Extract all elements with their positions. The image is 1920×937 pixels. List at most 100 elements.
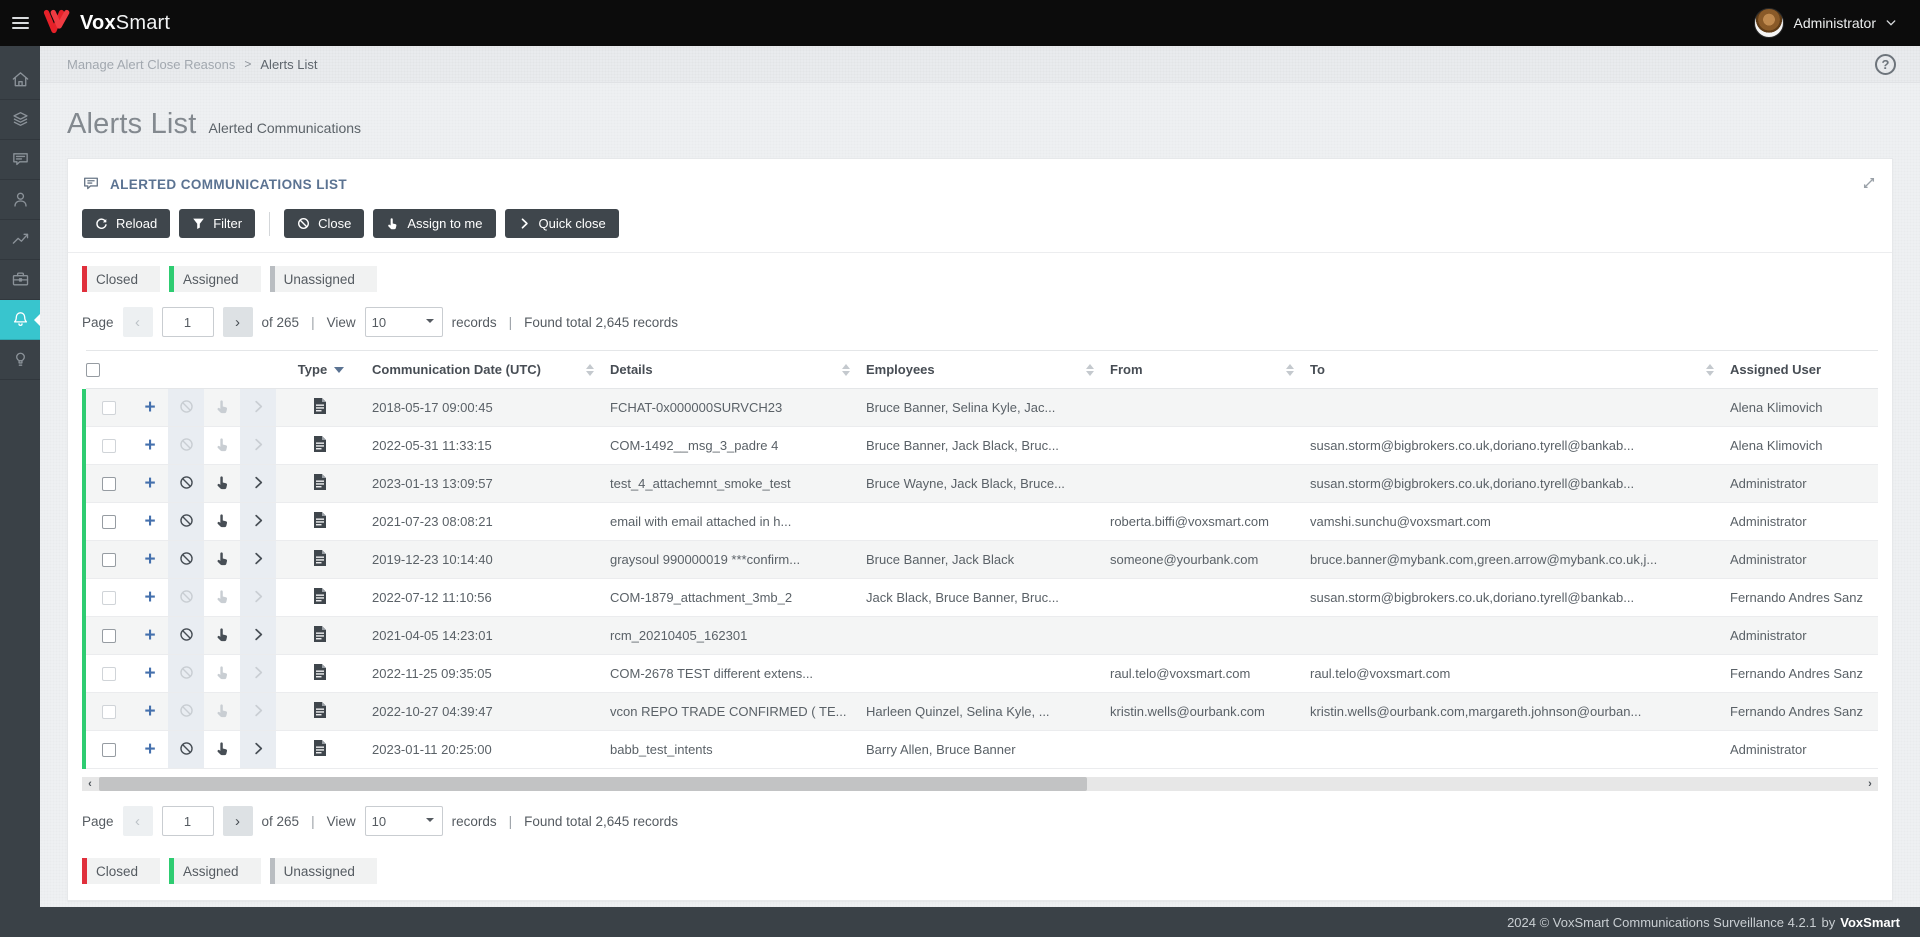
page-number-input[interactable] <box>162 806 214 836</box>
sidebar-item-layers[interactable] <box>0 100 40 140</box>
column-header-from[interactable]: From <box>1102 351 1302 389</box>
close-alert-icon[interactable] <box>179 627 194 642</box>
open-alert-icon[interactable] <box>251 741 266 756</box>
sidebar-item-cases[interactable] <box>0 260 40 300</box>
add-icon[interactable]: + <box>144 436 155 455</box>
add-icon[interactable]: + <box>144 398 155 417</box>
assign-icon[interactable] <box>215 437 230 452</box>
close-alert-icon[interactable] <box>179 475 194 490</box>
close-alert-icon[interactable] <box>179 551 194 566</box>
table-row[interactable]: + 2022-07-12 11:10:56 COM-1879_attachmen… <box>84 579 1878 617</box>
column-header-type[interactable]: Type <box>276 351 364 389</box>
add-icon[interactable]: + <box>144 588 155 607</box>
assign-icon[interactable] <box>215 551 230 566</box>
table-row[interactable]: + 2021-07-23 08:08:21 email with email a… <box>84 503 1878 541</box>
table-row[interactable]: + 2023-01-13 13:09:57 test_4_attachemnt_… <box>84 465 1878 503</box>
row-checkbox[interactable] <box>102 439 116 453</box>
page-size-select[interactable]: 10 <box>365 307 443 337</box>
column-header-date[interactable]: Communication Date (UTC) <box>364 351 602 389</box>
assign-icon[interactable] <box>215 703 230 718</box>
sidebar-item-messages[interactable] <box>0 140 40 180</box>
row-checkbox[interactable] <box>102 705 116 719</box>
table-row[interactable]: + 2023-01-11 20:25:00 babb_test_intents … <box>84 731 1878 769</box>
close-alert-icon[interactable] <box>179 399 194 414</box>
add-icon[interactable]: + <box>144 740 155 759</box>
row-checkbox[interactable] <box>102 515 116 529</box>
help-icon[interactable]: ? <box>1875 54 1896 75</box>
scroll-left-icon[interactable]: ‹ <box>82 777 98 791</box>
sidebar-item-analytics[interactable] <box>0 220 40 260</box>
scroll-right-icon[interactable]: › <box>1862 777 1878 791</box>
assign-icon[interactable] <box>215 475 230 490</box>
menu-toggle-icon[interactable] <box>0 0 40 46</box>
table-row[interactable]: + 2021-04-05 14:23:01 rcm_20210405_16230… <box>84 617 1878 655</box>
sidebar-item-alerts[interactable] <box>0 300 40 340</box>
row-checkbox[interactable] <box>102 629 116 643</box>
close-button[interactable]: Close <box>284 209 364 238</box>
prev-page-button[interactable]: ‹ <box>123 806 153 836</box>
next-page-button[interactable]: › <box>223 806 253 836</box>
assign-icon[interactable] <box>215 665 230 680</box>
row-checkbox[interactable] <box>102 477 116 491</box>
open-alert-icon[interactable] <box>251 665 266 680</box>
expand-panel-icon[interactable] <box>1862 176 1876 193</box>
column-header-to[interactable]: To <box>1302 351 1722 389</box>
table-row[interactable]: + 2019-12-23 10:14:40 graysoul 990000019… <box>84 541 1878 579</box>
select-all-checkbox[interactable] <box>86 363 100 377</box>
assign-icon[interactable] <box>215 399 230 414</box>
breadcrumb-separator: > <box>244 57 251 71</box>
row-checkbox[interactable] <box>102 553 116 567</box>
open-alert-icon[interactable] <box>251 437 266 452</box>
filter-button[interactable]: Filter <box>179 209 255 238</box>
row-checkbox[interactable] <box>102 743 116 757</box>
page-number-input[interactable] <box>162 307 214 337</box>
close-alert-icon[interactable] <box>179 437 194 452</box>
add-icon[interactable]: + <box>144 702 155 721</box>
open-alert-icon[interactable] <box>251 589 266 604</box>
open-alert-icon[interactable] <box>251 399 266 414</box>
assign-icon[interactable] <box>215 589 230 604</box>
add-icon[interactable]: + <box>144 512 155 531</box>
open-alert-icon[interactable] <box>251 551 266 566</box>
open-alert-icon[interactable] <box>251 627 266 642</box>
column-header-details[interactable]: Details <box>602 351 858 389</box>
horizontal-scrollbar[interactable]: ‹ › <box>82 777 1878 791</box>
close-alert-icon[interactable] <box>179 703 194 718</box>
reload-button[interactable]: Reload <box>82 209 170 238</box>
next-page-button[interactable]: › <box>223 307 253 337</box>
page-size-select[interactable]: 10 <box>365 806 443 836</box>
open-alert-icon[interactable] <box>251 703 266 718</box>
row-checkbox[interactable] <box>102 667 116 681</box>
close-alert-icon[interactable] <box>179 665 194 680</box>
sidebar-item-insights[interactable] <box>0 340 40 380</box>
table-row[interactable]: + 2022-05-31 11:33:15 COM-1492__msg_3_pa… <box>84 427 1878 465</box>
assign-icon[interactable] <box>215 741 230 756</box>
quick-close-button[interactable]: Quick close <box>505 209 619 238</box>
assign-icon[interactable] <box>215 627 230 642</box>
sidebar-item-users[interactable] <box>0 180 40 220</box>
table-row[interactable]: + 2018-05-17 09:00:45 FCHAT-0x000000SURV… <box>84 389 1878 427</box>
assign-icon[interactable] <box>215 513 230 528</box>
add-icon[interactable]: + <box>144 626 155 645</box>
open-alert-icon[interactable] <box>251 513 266 528</box>
column-header-assigned-user[interactable]: Assigned User <box>1722 351 1878 389</box>
scrollbar-thumb[interactable] <box>99 777 1087 791</box>
to: susan.storm@bigbrokers.co.uk,doriano.tyr… <box>1302 427 1722 465</box>
add-icon[interactable]: + <box>144 664 155 683</box>
add-icon[interactable]: + <box>144 550 155 569</box>
column-header-employees[interactable]: Employees <box>858 351 1102 389</box>
table-row[interactable]: + 2022-11-25 09:35:05 COM-2678 TEST diff… <box>84 655 1878 693</box>
add-icon[interactable]: + <box>144 474 155 493</box>
table-row[interactable]: + 2022-10-27 04:39:47 vcon REPO TRADE CO… <box>84 693 1878 731</box>
row-checkbox[interactable] <box>102 591 116 605</box>
sidebar-item-home[interactable] <box>0 60 40 100</box>
close-alert-icon[interactable] <box>179 513 194 528</box>
assign-to-me-button[interactable]: Assign to me <box>373 209 495 238</box>
prev-page-button[interactable]: ‹ <box>123 307 153 337</box>
breadcrumb-parent-link[interactable]: Manage Alert Close Reasons <box>67 57 235 72</box>
user-menu[interactable]: Administrator <box>1754 8 1920 38</box>
close-alert-icon[interactable] <box>179 589 194 604</box>
open-alert-icon[interactable] <box>251 475 266 490</box>
close-alert-icon[interactable] <box>179 741 194 756</box>
row-checkbox[interactable] <box>102 401 116 415</box>
